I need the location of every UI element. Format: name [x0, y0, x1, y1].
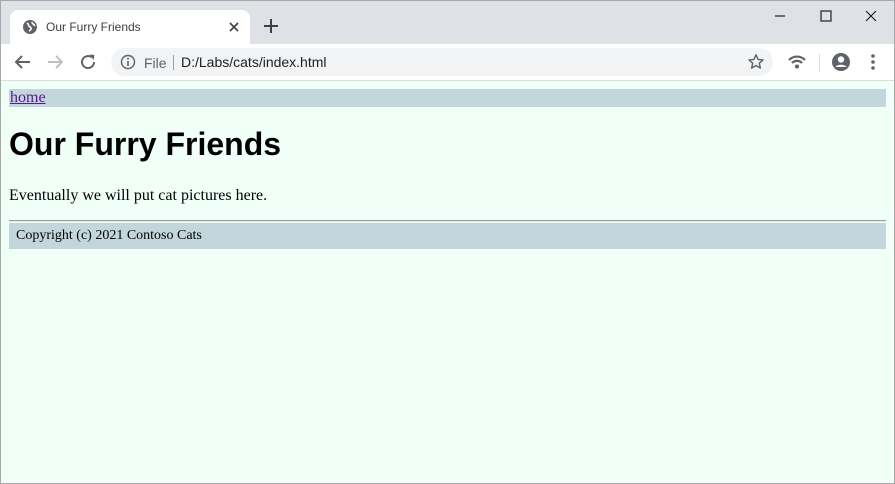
maximize-icon — [820, 10, 832, 22]
address-separator — [173, 55, 174, 70]
page-viewport: home Our Furry Friends Eventually we wil… — [1, 81, 894, 483]
info-icon[interactable] — [120, 54, 136, 70]
close-window-button[interactable] — [848, 1, 894, 31]
minimize-button[interactable] — [757, 1, 803, 31]
address-bar[interactable]: File — [111, 48, 773, 76]
copyright-text: Copyright (c) 2021 Contoso Cats — [16, 228, 202, 243]
cast-signal-icon[interactable] — [785, 50, 809, 74]
back-arrow-icon[interactable] — [11, 50, 35, 74]
more-menu-icon[interactable] — [861, 50, 885, 74]
nav-bar: home — [9, 89, 886, 107]
maximize-button[interactable] — [803, 1, 849, 31]
profile-avatar-icon[interactable] — [829, 50, 853, 74]
horizontal-rule — [9, 220, 886, 222]
globe-icon — [23, 20, 37, 34]
browser-window: Our Furry Friends File D:/Labs/cats/inde… — [0, 0, 895, 484]
forward-arrow-icon[interactable] — [43, 50, 67, 74]
close-icon — [865, 10, 877, 22]
url-input[interactable] — [181, 52, 721, 72]
minimize-icon — [775, 15, 785, 17]
browser-toolbar: File — [1, 44, 894, 81]
close-tab-icon[interactable] — [226, 19, 242, 35]
page-title: Our Furry Friends — [9, 126, 282, 162]
footer-bar: Copyright (c) 2021 Contoso Cats — [9, 223, 886, 249]
bookmark-star-icon[interactable] — [747, 53, 765, 71]
tab-strip: Our Furry Friends — [1, 1, 894, 44]
tab-title: Our Furry Friends — [46, 20, 141, 34]
scheme-label: File — [144, 55, 167, 71]
home-link[interactable]: home — [10, 89, 46, 107]
tab-our-furry-friends[interactable]: Our Furry Friends — [10, 10, 250, 44]
toolbar-separator — [819, 54, 820, 72]
reload-icon[interactable] — [76, 50, 100, 74]
new-tab-icon[interactable] — [259, 14, 283, 38]
intro-paragraph: Eventually we will put cat pictures here… — [9, 187, 268, 204]
